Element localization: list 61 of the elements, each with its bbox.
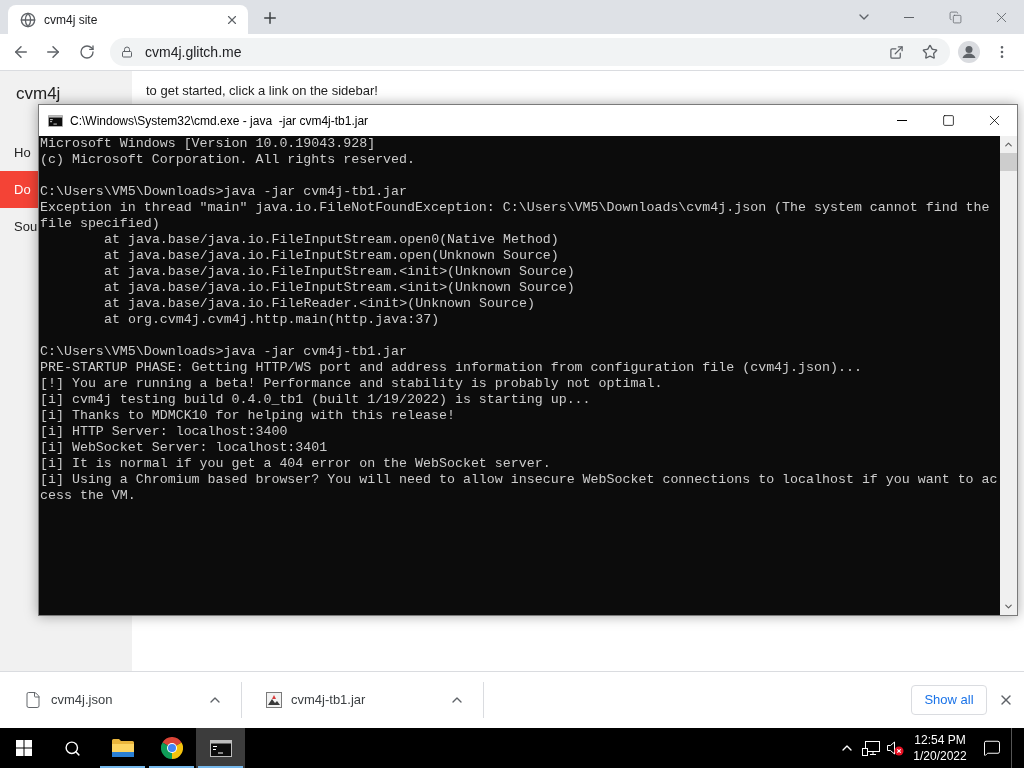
scrollbar-thumb[interactable]: [1000, 153, 1017, 171]
console-line: at org.cvm4j.cvm4j.http.main(http.java:37): [104, 312, 440, 328]
profile-icon: [958, 41, 980, 63]
download-item[interactable]: cvm4j.json: [24, 682, 113, 718]
console-line: at java.base/java.io.FileReader.<init>(Unknown Source): [104, 296, 535, 312]
console-line: [!] You are running a beta! Performance and stability is probably not optimal.: [40, 376, 663, 392]
console-line: [i] Thanks to MDMCK10 for helping with this release!: [40, 408, 455, 424]
browser-tab[interactable]: cvm4j site: [8, 5, 248, 34]
console-line: Exception in thread "main" java.io.FileNotFoundException: C:\Users\VM5\Downloads\cvm4j.json (The system cannot find the file specified): [40, 200, 991, 232]
console-line: [i] It is normal if you get a 404 error on the WebSocket server.: [40, 456, 551, 472]
console-line: [i] WebSocket Server: localhost:3401: [40, 440, 328, 456]
clock-date[interactable]: 1/20/2022: [913, 748, 967, 764]
terminal-icon: [48, 114, 63, 127]
show-all-button[interactable]: Show all: [911, 685, 987, 715]
maximize-icon: [941, 114, 955, 127]
folder-icon: [111, 739, 134, 757]
profile-button[interactable]: [955, 38, 983, 66]
console-line: at java.base/java.io.FileInputStream.open(Unknown Source): [104, 248, 559, 264]
address-field[interactable]: cvm4j.glitch.me: [110, 38, 950, 66]
notification-icon: [983, 739, 1001, 757]
console-line: [i] Using a Chromium based browser? You will need to allow insecure WebSocket connections to localhost if you want to access the VM.: [40, 472, 999, 504]
console-line: C:\Users\VM5\Downloads>java -jar cvm4j-tb1.jar: [40, 184, 408, 200]
console-line: at java.base/java.io.FileInputStream.<init>(Unknown Source): [104, 280, 575, 296]
intro-text: to get started, click a link on the sidebar!: [146, 83, 378, 99]
taskbar-app-button[interactable]: [196, 728, 245, 768]
console-line: [i] HTTP Server: localhost:3400: [40, 424, 288, 440]
star-icon[interactable]: [922, 44, 938, 60]
picture-file-icon: [266, 692, 282, 708]
globe-icon: [20, 11, 36, 28]
file-icon: [24, 691, 42, 709]
scroll-down-icon[interactable]: [1003, 601, 1014, 612]
clock-time[interactable]: 12:54 PM: [914, 732, 966, 748]
sidebar-link[interactable]: Ho: [0, 134, 38, 171]
minimize-icon: [904, 16, 914, 18]
console-line: at java.base/java.io.FileInputStream.<init>(Unknown Source): [104, 264, 575, 280]
console-line: PRE-STARTUP PHASE: Getting HTTP/WS port and address information from configuration file (cvm4j.json)...: [40, 360, 862, 376]
console-line: [i] cvm4j testing build 0.4.0_tb1 (built 1/19/2022) is starting up...: [40, 392, 591, 408]
console-line: Microsoft Windows [Version 10.0.19043.928]: [40, 136, 376, 152]
restore-icon: [948, 10, 962, 24]
back-icon: [12, 43, 30, 61]
scrollbar[interactable]: [1000, 136, 1017, 615]
minimize-icon: [897, 120, 907, 121]
windows-logo-icon: [16, 740, 32, 756]
site-title: cvm4j: [15, 84, 61, 104]
terminal-icon: [209, 739, 232, 757]
share-icon[interactable]: [889, 44, 904, 60]
network-icon: [862, 740, 880, 756]
plus-icon: [261, 9, 279, 27]
sidebar-link[interactable]: Sou: [0, 208, 38, 245]
search-icon: [63, 739, 81, 757]
lock-icon: [121, 46, 133, 58]
forward-icon: [44, 43, 62, 61]
browser-icon: [160, 737, 183, 759]
download-item[interactable]: cvm4j-tb1.jar: [266, 682, 366, 718]
window-title: C:\Windows\System32\cmd.exe - java -jar cvm4j-tb1.jar: [70, 112, 369, 130]
address-text[interactable]: cvm4j.glitch.me: [145, 41, 242, 63]
console-line: C:\Users\VM5\Downloads>java -jar cvm4j-tb1.jar: [40, 344, 408, 360]
sidebar-link[interactable]: Do: [0, 171, 38, 208]
console-line: at java.base/java.io.FileInputStream.open0(Native Method): [104, 232, 559, 248]
reload-icon: [79, 44, 95, 60]
console-line: (c) Microsoft Corporation. All rights reserved.: [40, 152, 416, 168]
